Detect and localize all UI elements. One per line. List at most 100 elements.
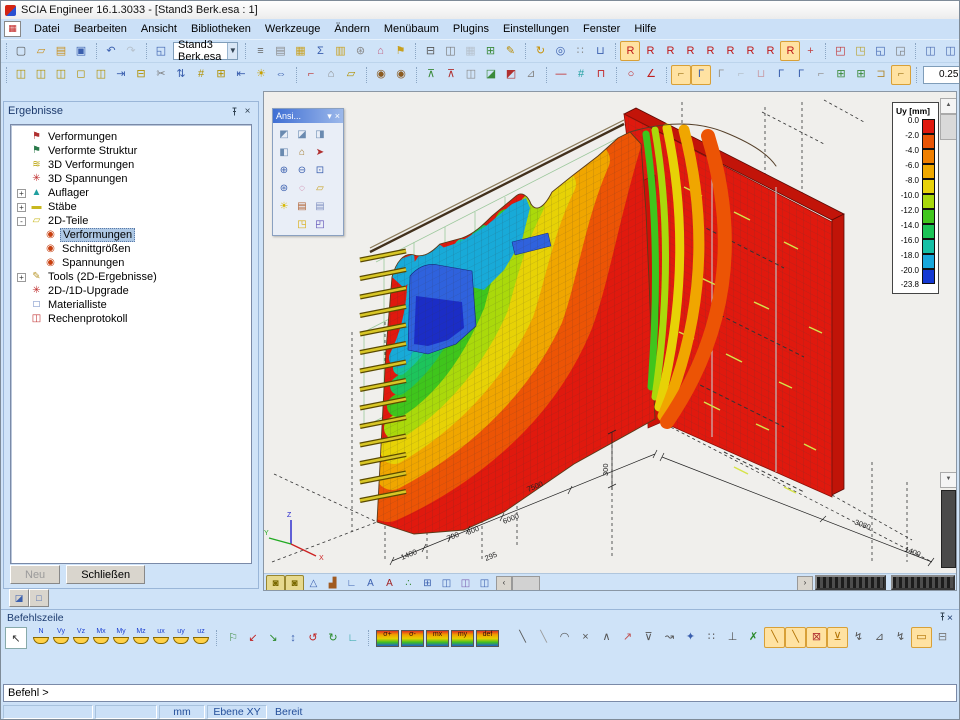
tree-expander[interactable]: + <box>17 189 26 198</box>
tool-icon[interactable]: ⊞ <box>211 65 231 85</box>
show-dims-icon[interactable]: ∟ <box>342 575 361 591</box>
select-cursor-icon[interactable]: ✦ <box>680 627 701 648</box>
structure-icon[interactable]: ⌂ <box>370 41 390 61</box>
delete-icon[interactable]: × <box>575 627 596 648</box>
snap-list-icon[interactable]: ⊟ <box>932 627 953 648</box>
results-tool-5[interactable]: R <box>700 41 720 61</box>
snap-inter-icon[interactable]: ⊠ <box>806 627 827 648</box>
line-icon[interactable]: ╲ <box>512 627 533 648</box>
menu-item[interactable]: Menübaum <box>377 21 446 37</box>
tool-icon[interactable]: ⊞ <box>851 65 871 85</box>
results-tool-6[interactable]: R <box>720 41 740 61</box>
edit-doc-icon[interactable]: ✎ <box>500 41 520 61</box>
render-bulb-icon[interactable]: ☀ <box>275 197 293 215</box>
tool-icon[interactable]: ⊐ <box>871 65 891 85</box>
tool-icon[interactable]: ◻ <box>71 65 91 85</box>
snap-mid-icon[interactable]: ╲ <box>785 627 806 648</box>
show-grid-icon[interactable]: ⊞ <box>418 575 437 591</box>
show-names-icon[interactable]: A <box>380 575 399 591</box>
refresh-icon[interactable]: ↻ <box>530 41 550 61</box>
snap-point-icon[interactable]: ✗ <box>743 627 764 648</box>
3d-scene[interactable]: 1400 700 800 6000 7500 300 295 3080 1400… <box>264 92 957 573</box>
gray-win-icon[interactable]: ◲ <box>890 41 910 61</box>
axon-view-icon[interactable]: ⌂ <box>293 143 311 161</box>
zoom-in-icon[interactable]: ⊕ <box>275 161 293 179</box>
tree-item-rechenprotokoll[interactable]: ◫ Rechenprotokoll <box>11 312 251 326</box>
results-tool-4[interactable]: R <box>680 41 700 61</box>
units-icon[interactable]: ≡ <box>250 41 270 61</box>
minimized-window-2[interactable] <box>891 575 955 590</box>
close-icon[interactable]: × <box>947 612 953 624</box>
result-component-icon[interactable]: Mx <box>91 628 111 648</box>
tool-icon[interactable]: ⇤ <box>231 65 251 85</box>
tool-icon[interactable]: ⌐ <box>671 65 691 85</box>
result-component-icon[interactable]: N <box>31 628 51 648</box>
contour-result-icon[interactable]: σ- <box>401 630 424 647</box>
new-button[interactable]: Neu <box>10 565 60 584</box>
catalog-icon[interactable]: ▦ <box>290 41 310 61</box>
doc-win-icon[interactable]: ◳ <box>850 41 870 61</box>
cursor-snap-icon[interactable]: ⊽ <box>638 627 659 648</box>
preview-icon[interactable]: ◫ <box>440 41 460 61</box>
tool-icon[interactable]: ⌐ <box>731 65 751 85</box>
menu-item[interactable]: Plugins <box>446 21 496 37</box>
node-icon[interactable]: ∧ <box>596 627 617 648</box>
results-tool-2[interactable]: R <box>640 41 660 61</box>
results-tool-3[interactable]: R <box>660 41 680 61</box>
image-print-icon[interactable]: ▤ <box>311 197 329 215</box>
window-1-icon[interactable]: ◫ <box>456 575 475 591</box>
snap-perp-icon[interactable]: ⊥ <box>722 627 743 648</box>
tool-icon[interactable]: ⇔ <box>271 65 291 85</box>
view-palette[interactable]: Ansi... ▾ × ◩◪◨◧⌂➤⊕⊖⊡⊛◌▱☀▤▤◳◰ <box>272 108 344 236</box>
show-loads-icon[interactable]: ▟ <box>323 575 342 591</box>
move-icon[interactable]: + <box>800 41 820 61</box>
cascade-icon[interactable]: ◫ <box>920 41 940 61</box>
snap-tangent-icon[interactable]: ↯ <box>848 627 869 648</box>
tree-expander[interactable]: - <box>17 217 26 226</box>
tool-icon[interactable]: ⊼ <box>441 65 461 85</box>
show-supports-icon[interactable]: △ <box>304 575 323 591</box>
menu-item[interactable]: Ansicht <box>134 21 184 37</box>
table-win-icon[interactable]: ◱ <box>870 41 890 61</box>
tree-item-2d-teile[interactable]: - ▱ 2D-Teile <box>11 214 251 228</box>
minimized-window-1[interactable] <box>815 575 886 590</box>
tool-icon[interactable]: ⇥ <box>111 65 131 85</box>
window-2-icon[interactable]: ◫ <box>475 575 494 591</box>
menu-item[interactable]: Hilfe <box>627 21 663 37</box>
show-nodes-icon[interactable]: ∴ <box>399 575 418 591</box>
contour-result-icon[interactable]: mx <box>426 630 449 647</box>
tree-item-verformte-struktur[interactable]: ⚑ Verformte Struktur <box>11 144 251 158</box>
scroll-left-icon[interactable]: ‹ <box>496 576 512 591</box>
tool-icon[interactable]: ◫ <box>461 65 481 85</box>
scroll-up-icon[interactable]: ▲ <box>940 98 957 114</box>
reaction-y-icon[interactable]: ↘ <box>263 628 283 648</box>
result-component-icon[interactable]: ux <box>151 628 171 648</box>
tree-item-3d-verformungen[interactable]: ≋ 3D Verformungen <box>11 158 251 172</box>
menu-item[interactable]: Einstellungen <box>496 21 576 37</box>
snap-grid-icon[interactable]: ∷ <box>701 627 722 648</box>
tree-item-3d-spannungen[interactable]: ✳ 3D Spannungen <box>11 172 251 186</box>
redo-icon[interactable]: ↷ <box>121 41 141 61</box>
tool-icon[interactable]: ◫ <box>91 65 111 85</box>
tree-item-2d-1d-upgrade[interactable]: ✳ 2D-/1D-Upgrade <box>11 284 251 298</box>
curve-icon[interactable]: ↝ <box>659 627 680 648</box>
tree-item-verformungen[interactable]: ⚑ Verformungen <box>11 130 251 144</box>
tool-icon[interactable]: Γ <box>711 65 731 85</box>
result-component-icon[interactable]: Vy <box>51 628 71 648</box>
scale-spinner[interactable]: 0.25.. ▲▼ <box>923 66 960 84</box>
tool-icon[interactable]: ⌂ <box>321 65 341 85</box>
contour-result-icon[interactable]: my <box>451 630 474 647</box>
view-iso-3-icon[interactable]: ◨ <box>311 125 329 143</box>
graphics-viewport[interactable]: 1400 700 800 6000 7500 300 295 3080 1400… <box>263 91 957 591</box>
new-doc-icon[interactable]: ▢ <box>11 41 31 61</box>
tool-icon[interactable]: ⊼ <box>421 65 441 85</box>
scroll-right-icon[interactable]: › <box>797 576 813 591</box>
tile-icon[interactable]: ◫ <box>940 41 960 61</box>
close-icon[interactable]: × <box>335 111 340 121</box>
contour-result-icon[interactable]: σ+ <box>376 630 399 647</box>
tool-icon[interactable]: ⊔ <box>751 65 771 85</box>
tree-item-2d-verformungen[interactable]: ◉ Verformungen <box>11 228 251 242</box>
tool-icon[interactable]: ⌐ <box>301 65 321 85</box>
tool-icon[interactable]: ◫ <box>11 65 31 85</box>
tree-item-schnittgroessen[interactable]: ◉ Schnittgrößen <box>11 242 251 256</box>
